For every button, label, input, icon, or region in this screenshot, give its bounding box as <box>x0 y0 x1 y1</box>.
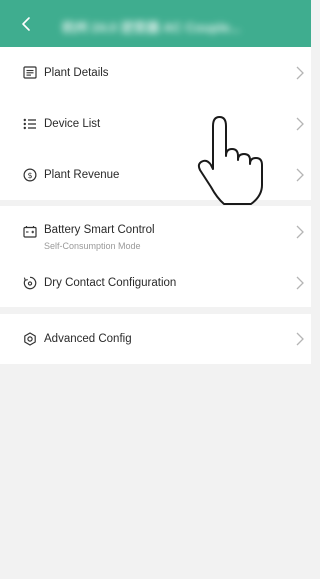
header-bar: 杭州 24.0 逆变器 AC Couple... <box>0 0 311 47</box>
page-title: 杭州 24.0 逆变器 AC Couple... <box>62 20 241 35</box>
dollar-circle-icon: $ <box>22 167 38 183</box>
chevron-right-icon <box>296 66 304 79</box>
menu-group-advanced: Advanced Config <box>0 314 311 364</box>
chevron-right-icon <box>296 332 304 346</box>
document-list-icon <box>22 65 38 81</box>
menu-item-label: Plant Revenue <box>44 168 120 181</box>
chevron-right-icon <box>296 168 304 181</box>
menu-item-label: Advanced Config <box>44 333 132 345</box>
menu-item-label: Device List <box>44 117 101 130</box>
chevron-left-icon <box>22 16 30 31</box>
menu-item-label: Battery Smart Control <box>44 224 155 236</box>
menu-item-dry-contact-configuration[interactable]: Dry Contact Configuration <box>0 257 311 308</box>
menu-item-plant-revenue[interactable]: $ Plant Revenue <box>0 149 311 200</box>
battery-icon <box>22 224 38 240</box>
chevron-right-icon <box>296 276 304 289</box>
chevron-right-icon <box>296 225 304 238</box>
menu-item-sublabel: Self-Consumption Mode <box>44 241 141 251</box>
svg-text:$: $ <box>27 171 32 180</box>
menu-item-battery-smart-control[interactable]: Battery Smart Control Self-Consumption M… <box>0 206 311 257</box>
menu-group-control: Battery Smart Control Self-Consumption M… <box>0 206 311 307</box>
menu-item-advanced-config[interactable]: Advanced Config <box>0 314 311 364</box>
menu-item-plant-details[interactable]: Plant Details <box>0 47 311 98</box>
screen: 杭州 24.0 逆变器 AC Couple... Plant Details D… <box>0 0 311 579</box>
menu-group-plant: Plant Details Device List $ Plant Revenu… <box>0 47 311 200</box>
menu-item-device-list[interactable]: Device List <box>0 98 311 149</box>
menu-item-label: Dry Contact Configuration <box>44 276 177 289</box>
menu-item-label: Plant Details <box>44 66 109 79</box>
back-button[interactable] <box>12 0 40 47</box>
gear-icon <box>22 331 38 347</box>
bulleted-list-icon <box>22 116 38 132</box>
chevron-right-icon <box>296 117 304 130</box>
dry-contact-icon <box>22 275 38 291</box>
